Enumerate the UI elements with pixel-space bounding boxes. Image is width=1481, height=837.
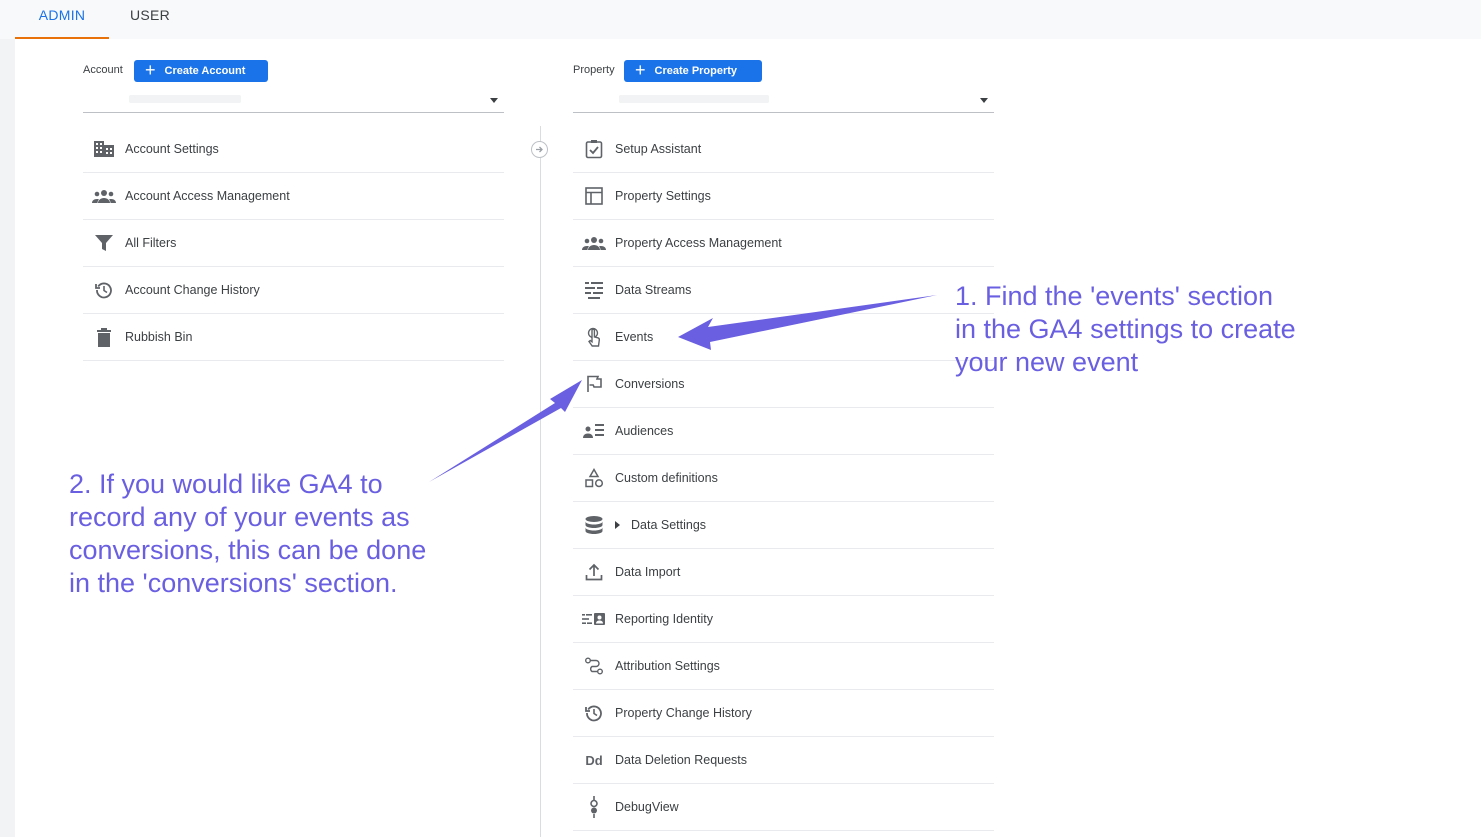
- annotation-conversions-line-3: conversions, this can be done: [69, 535, 427, 565]
- annotation-events-line-3: your new event: [955, 347, 1139, 377]
- annotation-conversions-line-1: 2. If you would like GA4 to: [69, 469, 383, 499]
- annotation-conversions: 2. If you would like GA4 to record any o…: [69, 468, 426, 600]
- annotation-conversions-line-2: record any of your events as: [69, 502, 410, 532]
- arrow-to-conversions: [429, 380, 582, 482]
- arrow-to-events: [678, 295, 937, 350]
- annotation-events-line-2: in the GA4 settings to create: [955, 314, 1296, 344]
- annotation-arrows: [429, 295, 937, 482]
- annotation-events-line-1: 1. Find the 'events' section: [955, 281, 1273, 311]
- annotation-events: 1. Find the 'events' section in the GA4 …: [955, 280, 1296, 379]
- annotation-conversions-line-4: in the 'conversions' section.: [69, 568, 398, 598]
